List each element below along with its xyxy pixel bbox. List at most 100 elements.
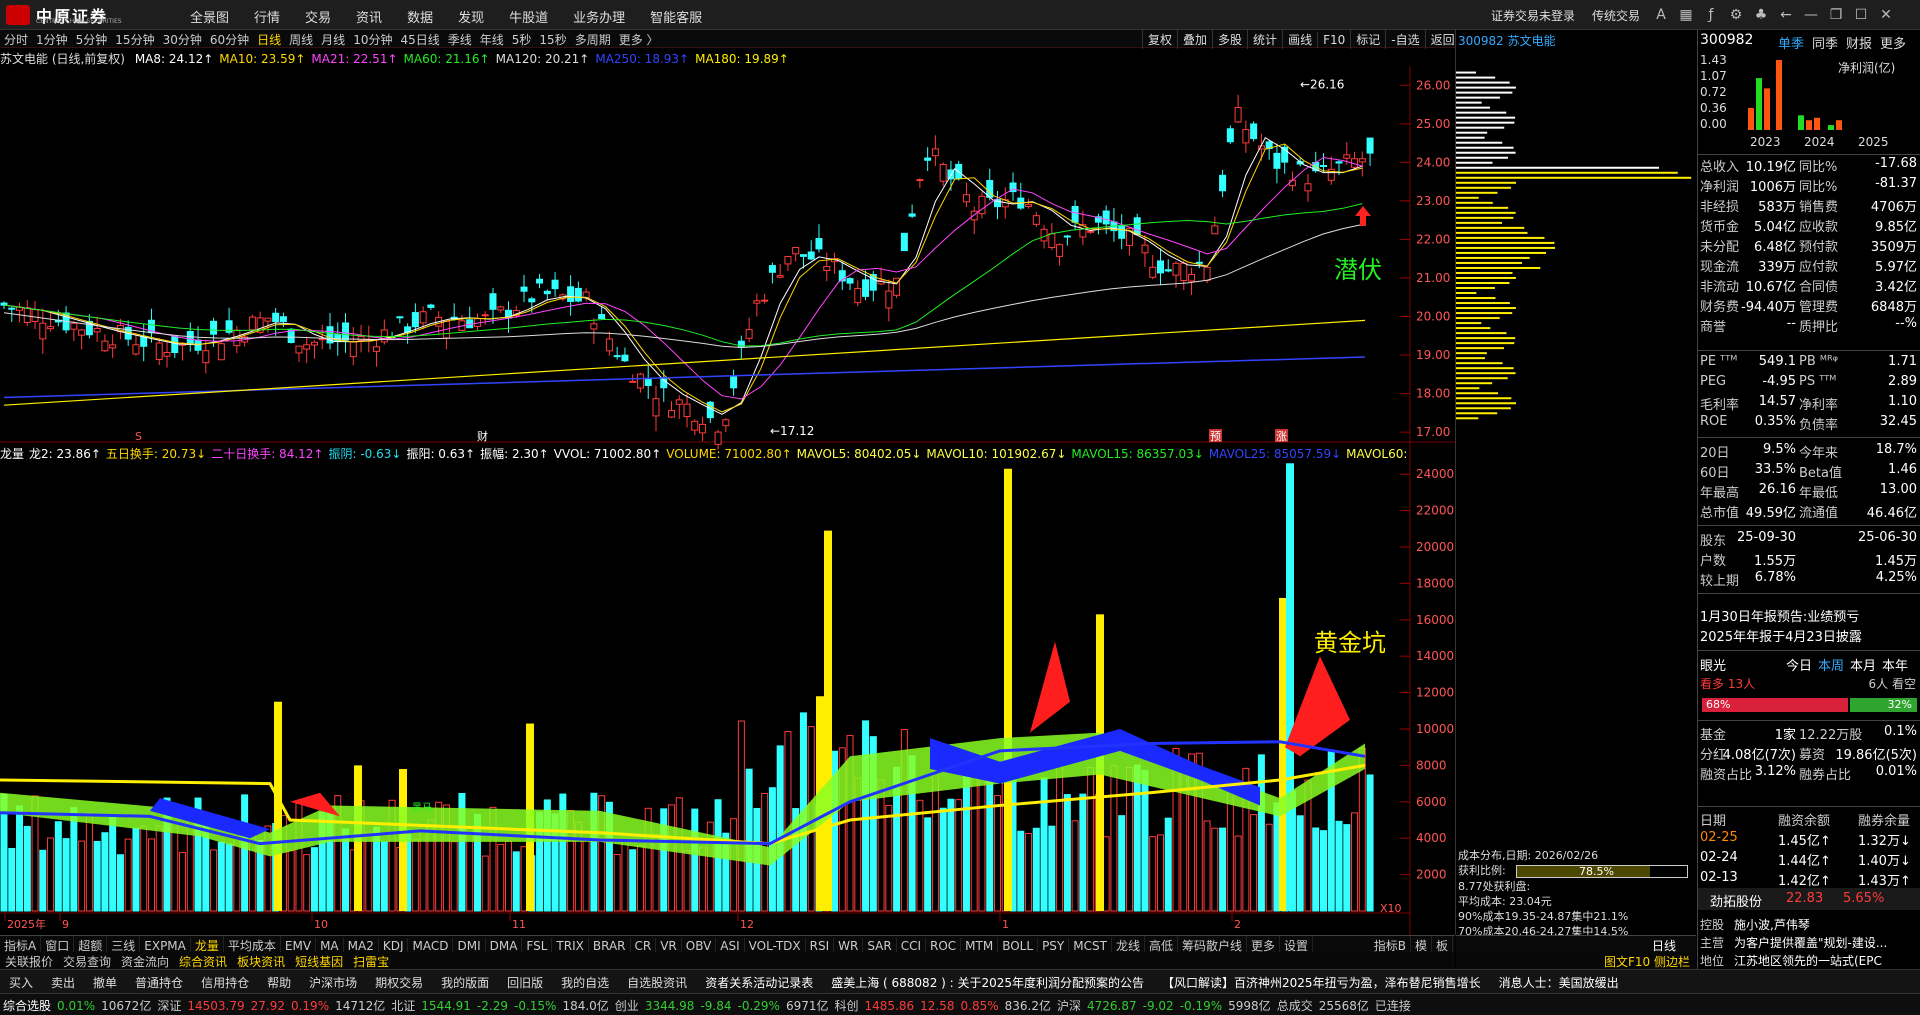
period-tab-3[interactable]: 15分钟 <box>111 30 158 49</box>
maximize-icon[interactable]: ☐ <box>1852 6 1870 24</box>
notice-item[interactable]: 1月30日年报预告:业绩预亏 <box>1700 606 1859 625</box>
vision-tab-1[interactable]: 本周 <box>1818 655 1844 674</box>
skin-icon[interactable]: ♣ <box>1752 6 1770 24</box>
toolbar-item-10[interactable]: 我的自选 <box>552 970 618 993</box>
toolbar-item-12[interactable]: 资者关系活动记录表 <box>696 970 822 993</box>
candle-body <box>419 311 427 324</box>
period-tab-4[interactable]: 30分钟 <box>159 30 206 49</box>
fin-tab-1[interactable]: 同季 <box>1812 33 1838 52</box>
chart-tool-2[interactable]: 多股 <box>1212 30 1247 49</box>
toolbar-item-0[interactable]: 买入 <box>0 970 42 993</box>
menu-8[interactable]: 智能客服 <box>650 11 702 26</box>
toolbar-item-9[interactable]: 回旧版 <box>498 970 552 993</box>
toolbar-item-4[interactable]: 信用持仓 <box>192 970 258 993</box>
minimize-icon[interactable]: — <box>1802 6 1820 24</box>
toolbar-item-14[interactable]: 【风口解读】百济神州2025年扭亏为盈，泽布替尼销售增长 <box>1153 970 1490 993</box>
chart-tool-1[interactable]: 叠加 <box>1177 30 1212 49</box>
restore-icon[interactable]: ❐ <box>1827 6 1845 24</box>
fin-value: -94.40万 <box>1741 300 1796 315</box>
fund-value2: 0.1% <box>1883 724 1917 739</box>
toolbar-item-11[interactable]: 自选股资讯 <box>618 970 696 993</box>
vision-tab-3[interactable]: 本年 <box>1882 655 1908 674</box>
perf-row: 总市值 49.59亿 流通值 46.46亿 <box>1698 502 1920 522</box>
chip-bar <box>1456 86 1516 89</box>
menu-6[interactable]: 牛股道 <box>509 11 548 26</box>
fin-label: 未分配 <box>1700 240 1740 255</box>
volume-bar <box>93 840 101 912</box>
period-tab-0[interactable]: 分时 <box>0 30 32 49</box>
period-tab-2[interactable]: 5分钟 <box>72 30 112 49</box>
chart-tool-7[interactable]: -自选 <box>1385 30 1424 49</box>
period-tab-5[interactable]: 60分钟 <box>206 30 253 49</box>
menu-7[interactable]: 业务办理 <box>573 11 625 26</box>
toolbar-item-7[interactable]: 期权交易 <box>366 970 432 993</box>
chip-bar <box>1456 276 1516 279</box>
candle-body <box>140 336 148 347</box>
vision-tab-0[interactable]: 今日 <box>1786 655 1812 674</box>
val-row: PEG -4.95 PS ᵀᵀᴹ 2.89 <box>1698 374 1920 394</box>
menu-0[interactable]: 全景图 <box>190 11 229 26</box>
chart-tool-3[interactable]: 统计 <box>1247 30 1282 49</box>
status-item[interactable]: 综合选股 <box>0 994 54 1015</box>
gear-icon[interactable]: ⚙ <box>1727 6 1745 24</box>
back-icon[interactable]: ← <box>1777 6 1795 24</box>
broker-logo[interactable]: 中原证券 CENTRAL CHINA SECURITIES <box>4 3 124 27</box>
candle-body <box>621 354 629 362</box>
close-icon[interactable]: ✕ <box>1877 6 1895 24</box>
period-tab-7[interactable]: 周线 <box>285 30 317 49</box>
toolbar-item-8[interactable]: 我的版面 <box>432 970 498 993</box>
fin-tab-3[interactable]: 更多 <box>1880 33 1906 52</box>
period-tab-9[interactable]: 10分钟 <box>349 30 396 49</box>
chart-tool-6[interactable]: 标记 <box>1350 30 1385 49</box>
fin-tab-0[interactable]: 单季 <box>1778 33 1804 52</box>
main-menu: 全景图 行情 交易 资讯 数据 发现 牛股道 业务办理 智能客服 <box>190 7 727 26</box>
period-tab-14[interactable]: 15秒 <box>535 30 570 49</box>
classic-trade-link[interactable]: 传统交易 <box>1592 7 1640 24</box>
menu-4[interactable]: 数据 <box>407 11 433 26</box>
formula-icon[interactable]: ƒ <box>1702 6 1720 24</box>
toolbar-item-1[interactable]: 卖出 <box>42 970 84 993</box>
trade-login-status[interactable]: 证券交易未登录 <box>1491 7 1575 24</box>
grid-icon[interactable]: ▦ <box>1677 6 1695 24</box>
menu-3[interactable]: 资讯 <box>356 11 382 26</box>
period-tab-15[interactable]: 多周期 <box>571 30 615 49</box>
candle-body <box>1242 129 1250 144</box>
menu-5[interactable]: 发现 <box>458 11 484 26</box>
chart-tool-4[interactable]: 画线 <box>1282 30 1317 49</box>
font-size-icon[interactable]: A <box>1652 6 1670 24</box>
period-tab-8[interactable]: 月线 <box>317 30 349 49</box>
fin-tab-2[interactable]: 财报 <box>1846 33 1872 52</box>
vision-tab-2[interactable]: 本月 <box>1850 655 1876 674</box>
toolbar-item-6[interactable]: 沪深市场 <box>300 970 366 993</box>
notice-item[interactable]: 2025年年报于4月23日披露 <box>1700 626 1862 645</box>
period-tab-11[interactable]: 季线 <box>444 30 476 49</box>
toolbar-item-3[interactable]: 普通持仓 <box>126 970 192 993</box>
toolbar-item-5[interactable]: 帮助 <box>258 970 300 993</box>
period-tab-12[interactable]: 年线 <box>476 30 508 49</box>
menu-1[interactable]: 行情 <box>254 11 280 26</box>
price-tick-label: 19.00 <box>1416 348 1450 362</box>
toolbar-item-13[interactable]: 盛美上海 ( 688082 ) : 关于2025年度利润分配预案的公告 <box>822 970 1153 993</box>
chart-tool-5[interactable]: F10 <box>1317 32 1350 48</box>
val-value: 549.1 <box>1758 354 1796 369</box>
period-tab-16[interactable]: 更多 〉 <box>615 30 663 49</box>
period-tab-1[interactable]: 1分钟 <box>32 30 72 49</box>
related-stock-row[interactable]: 劲拓股份 22.83 5.65% <box>1698 888 1920 910</box>
vol-legend-item: 二十日换手: 84.12↑ <box>211 447 324 461</box>
period-tab-10[interactable]: 45日线 <box>396 30 443 49</box>
toolbar-item-2[interactable]: 撤单 <box>84 970 126 993</box>
fin-label: 总收入 <box>1700 160 1740 175</box>
fin-value2: 9.85亿 <box>1875 220 1917 235</box>
candle-body <box>109 344 117 349</box>
kline-chart[interactable]: 26.00 25.00 24.00 23.00 22.00 21.00 20.00 19.00… <box>0 66 1455 935</box>
val-row: PE ᵀᵀᴹ 549.1 PB ᴹᴿᵠ 1.71 <box>1698 354 1920 374</box>
toolbar-item-15[interactable]: 消息人士：美国放缓出 <box>1490 970 1628 993</box>
chart-tool-0[interactable]: 复权 <box>1142 30 1177 49</box>
volume-bar <box>505 840 513 912</box>
period-tab-6[interactable]: 日线 <box>253 30 285 49</box>
f10-sidebar-link[interactable]: 图文F10 侧边栏 <box>1604 953 1690 970</box>
candle-body <box>590 323 598 330</box>
candle-body <box>644 379 652 386</box>
period-tab-13[interactable]: 5秒 <box>508 30 536 49</box>
menu-2[interactable]: 交易 <box>305 11 331 26</box>
